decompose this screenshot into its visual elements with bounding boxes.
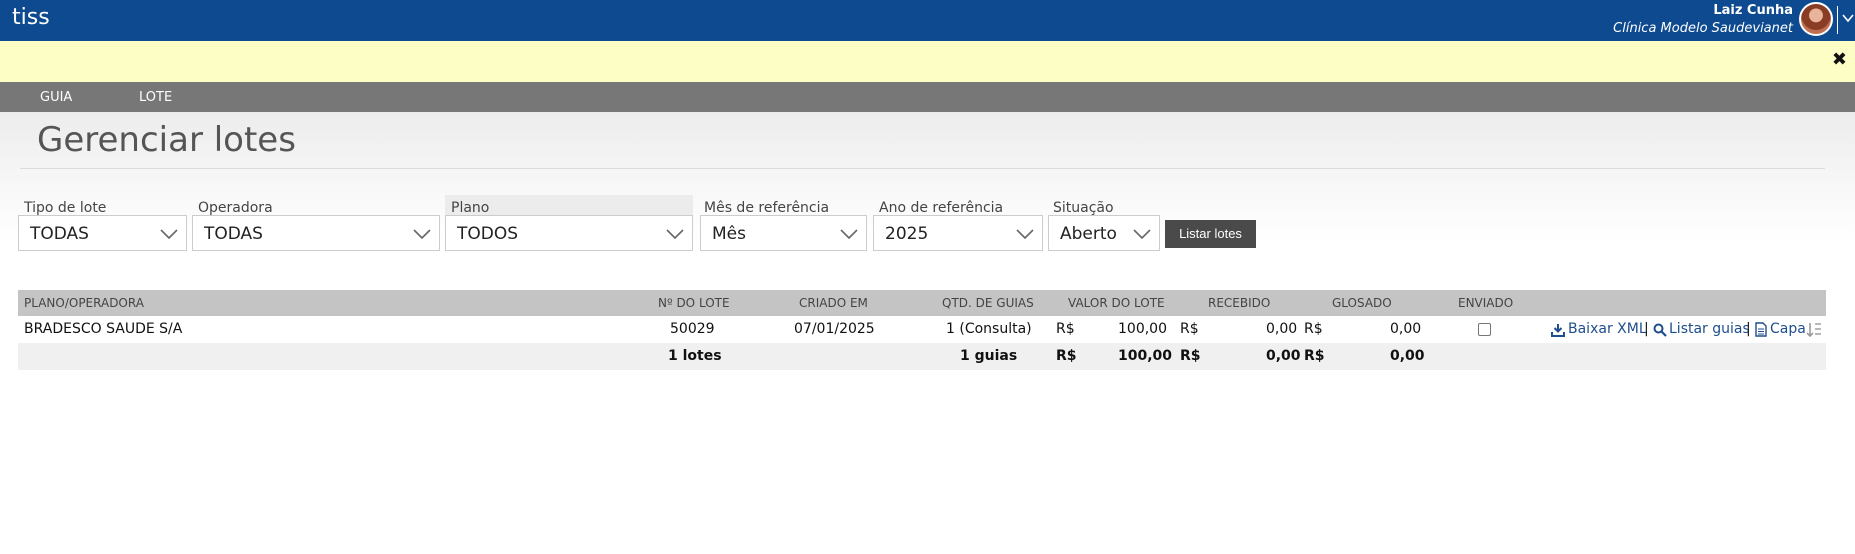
search-icon[interactable] (1653, 323, 1667, 337)
capa-link[interactable]: Capa (1770, 321, 1806, 337)
total-valor-currency: R$ (1056, 348, 1077, 364)
glosado-cell: 0,00 (1390, 321, 1422, 337)
ano-referencia-value: 2025 (885, 224, 929, 244)
column-header: ENVIADO (1458, 296, 1514, 310)
numero-lote-cell: 50029 (670, 321, 715, 337)
column-header: QTD. DE GUIAS (942, 296, 1034, 310)
menu-item-lote[interactable]: LOTE (139, 90, 172, 105)
column-header: PLANO/OPERADORA (24, 296, 144, 310)
column-header: VALOR DO LOTE (1068, 296, 1165, 310)
glosado-currency: R$ (1304, 321, 1323, 337)
listar-lotes-button[interactable]: Listar lotes (1165, 220, 1256, 248)
table-row: BRADESCO SAUDE S/A 50029 07/01/2025 1 (C… (18, 316, 1826, 343)
situacao-select[interactable]: Aberto (1048, 215, 1160, 251)
ano-referencia-select[interactable]: 2025 (873, 215, 1043, 251)
menu-item-guia[interactable]: GUIA (40, 90, 72, 105)
criado-em-cell: 07/01/2025 (794, 321, 875, 337)
situacao-value: Aberto (1060, 224, 1117, 244)
chevron-down-icon (160, 229, 178, 240)
enviado-checkbox[interactable] (1478, 323, 1491, 336)
avatar[interactable] (1799, 2, 1833, 36)
close-icon[interactable]: ✖ (1832, 50, 1847, 70)
column-header: RECEBIDO (1208, 296, 1271, 310)
mes-referencia-value: Mês (712, 224, 746, 244)
total-glosado: 0,00 (1390, 348, 1425, 364)
operadora-select[interactable]: TODAS (192, 215, 440, 251)
notice-bar: ✖ (0, 41, 1855, 82)
tipo-lote-value: TODAS (30, 224, 89, 244)
table-header: PLANO/OPERADORA Nº DO LOTE CRIADO EM QTD… (18, 290, 1826, 316)
chevron-down-icon[interactable] (1841, 11, 1855, 25)
action-separator: | (1746, 321, 1751, 337)
main-content: Gerenciar lotes Tipo de lote TODAS Opera… (0, 112, 1855, 554)
mes-referencia-select[interactable]: Mês (700, 215, 867, 251)
user-name[interactable]: Laiz Cunha (1713, 3, 1793, 18)
top-bar: tiss Laiz Cunha Clínica Modelo Saudevian… (0, 0, 1855, 41)
chevron-down-icon (840, 229, 858, 240)
qtd-guias-cell: 1 (Consulta) (946, 321, 1032, 337)
app-brand[interactable]: tiss (12, 5, 50, 30)
plano-value: TODOS (457, 224, 519, 244)
main-menu: GUIA LOTE (0, 82, 1855, 112)
total-recebido-currency: R$ (1180, 348, 1201, 364)
total-recebido: 0,00 (1266, 348, 1301, 364)
chevron-down-icon (413, 229, 431, 240)
column-header: Nº DO LOTE (658, 296, 730, 310)
valor-lote-cell: 100,00 (1118, 321, 1167, 337)
total-glosado-currency: R$ (1304, 348, 1325, 364)
action-separator: | (1644, 321, 1649, 337)
plano-select[interactable]: TODOS (445, 215, 693, 251)
tipo-lote-select[interactable]: TODAS (18, 215, 187, 251)
column-header: GLOSADO (1332, 296, 1392, 310)
user-clinic[interactable]: Clínica Modelo Saudevianet (1613, 21, 1793, 36)
chevron-down-icon (1016, 229, 1034, 240)
table-totals-row: 1 lotes 1 guias R$ 100,00 R$ 0,00 R$ 0,0… (18, 343, 1826, 370)
listar-guias-link[interactable]: Listar guias (1669, 321, 1750, 337)
valor-lote-currency: R$ (1056, 321, 1075, 337)
download-icon[interactable] (1551, 323, 1565, 337)
page-title: Gerenciar lotes (37, 120, 296, 160)
plano-operadora-cell: BRADESCO SAUDE S/A (24, 321, 183, 337)
baixar-xml-link[interactable]: Baixar XML (1568, 321, 1647, 337)
user-menu-divider (1837, 6, 1838, 34)
column-header: CRIADO EM (799, 296, 868, 310)
recebido-currency: R$ (1180, 321, 1199, 337)
total-valor-lote: 100,00 (1118, 348, 1173, 364)
operadora-value: TODAS (204, 224, 263, 244)
chevron-down-icon (1133, 229, 1151, 240)
total-lotes: 1 lotes (668, 348, 722, 364)
total-guias: 1 guias (960, 348, 1018, 364)
recebido-cell: 0,00 (1266, 321, 1298, 337)
sort-icon[interactable] (1806, 321, 1822, 338)
chevron-down-icon (666, 229, 684, 240)
document-icon[interactable] (1755, 322, 1767, 337)
title-divider (20, 168, 1825, 169)
